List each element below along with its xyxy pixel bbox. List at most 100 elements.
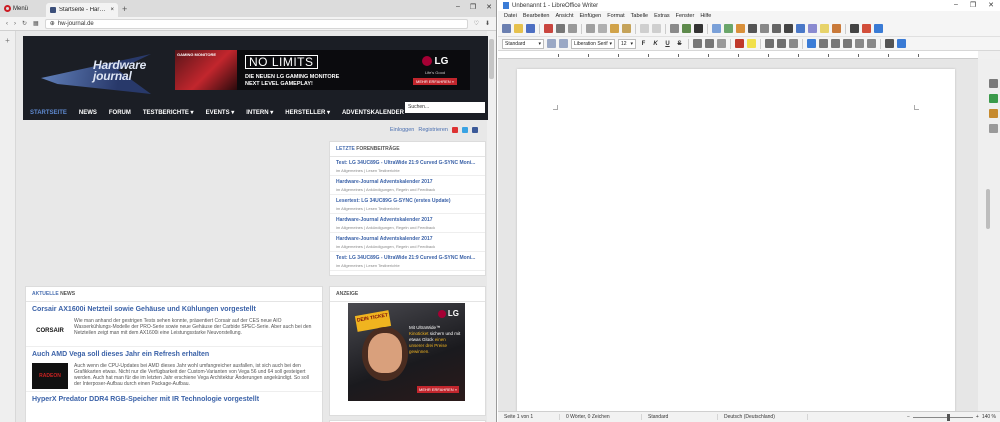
nav-events[interactable]: EVENTS ▾ (206, 109, 235, 116)
corsair-thumbnail[interactable]: CORSAIR (32, 318, 68, 344)
menu-datei[interactable]: Datei (504, 13, 517, 19)
align-right-icon[interactable] (831, 39, 840, 48)
new-document-icon[interactable] (502, 24, 511, 33)
page-break-icon[interactable] (760, 24, 769, 33)
minimize-button[interactable]: ‒ (456, 3, 460, 11)
writer-maximize-button[interactable]: ❐ (970, 1, 976, 9)
navigator-deck-icon[interactable] (988, 124, 998, 133)
lg-ultrawide-ad[interactable]: DEIN TICKET LG Mit UltraWide™ Kinoticket… (348, 303, 465, 401)
special-character-icon[interactable] (784, 24, 793, 33)
forum-item[interactable]: Hardware-Journal Adventskalender 2017 im … (330, 214, 485, 233)
reload-icon[interactable]: ↻ (22, 20, 27, 27)
paragraph-spacing-icon[interactable] (867, 39, 876, 48)
find-replace-icon[interactable] (670, 24, 679, 33)
zoom-in-icon[interactable]: + (976, 414, 979, 420)
nav-news[interactable]: NEWS (79, 110, 97, 116)
special-char-omega-icon[interactable] (885, 39, 894, 48)
zoom-out-icon[interactable]: − (907, 414, 910, 420)
news-article-title[interactable]: Auch AMD Vega soll dieses Jahr ein Refre… (32, 350, 316, 359)
font-name-select[interactable]: Liberation Serif ▾ (571, 38, 615, 49)
line-spacing-icon[interactable] (855, 39, 864, 48)
status-word-count[interactable]: 0 Wörter, 0 Zeichen (560, 414, 642, 420)
menu-extras[interactable]: Extras (654, 13, 670, 19)
font-size-select[interactable]: 12 ▾ (618, 38, 636, 49)
nav-hersteller[interactable]: HERSTELLER ▾ (285, 109, 330, 116)
styles-deck-icon[interactable] (988, 94, 998, 103)
numbering-icon[interactable] (777, 39, 786, 48)
zoom-control[interactable]: − + 140 % (907, 413, 1000, 421)
indent-icon[interactable] (789, 39, 798, 48)
align-left-icon[interactable] (807, 39, 816, 48)
news-article-title[interactable]: HyperX Predator DDR4 RGB-Speicher mit IR… (32, 395, 316, 404)
twitter-icon[interactable] (462, 126, 468, 133)
status-language[interactable]: Deutsch (Deutschland) (718, 414, 808, 420)
insert-textbox-icon[interactable] (748, 24, 757, 33)
tab-close-icon[interactable]: × (111, 7, 115, 13)
save-icon[interactable] (526, 24, 535, 33)
forum-item-title[interactable]: Hardware-Journal Adventskalender 2017 (336, 217, 479, 223)
insert-table-icon[interactable] (712, 24, 721, 33)
redo-icon[interactable] (652, 24, 661, 33)
gallery-deck-icon[interactable] (988, 109, 998, 118)
forum-item[interactable]: Test: LG 34UC89G - UltraWide 21:9 Curved… (330, 252, 485, 271)
menu-einfuegen[interactable]: Einfügen (580, 13, 602, 19)
facebook-icon[interactable] (472, 126, 478, 133)
writer-close-button[interactable]: ✕ (988, 1, 994, 9)
insert-image-icon[interactable] (724, 24, 733, 33)
forward-icon[interactable]: › (14, 21, 16, 27)
ad-cta-button[interactable]: MEHR ERFAHREN » (412, 77, 457, 85)
bookmark-heart-icon[interactable]: ♡ (474, 20, 479, 27)
menu-tabelle[interactable]: Tabelle (631, 13, 648, 19)
news-article-title[interactable]: Corsair AX1600i Netzteil sowie Gehäuse u… (32, 305, 316, 314)
browser-scrollbar[interactable] (487, 31, 496, 422)
forum-item-title[interactable]: Hardware-Journal Adventskalender 2017 (336, 179, 479, 185)
banner-ad[interactable]: GAMING MONITORE NO LIMITS DIE NEUEN LG G… (175, 50, 470, 90)
strikethrough-button[interactable]: S (675, 41, 684, 47)
nav-intern[interactable]: INTERN ▾ (246, 109, 273, 116)
clear-formatting-icon[interactable] (717, 39, 726, 48)
more-shapes-icon[interactable] (874, 24, 883, 33)
menu-hilfe[interactable]: Hilfe (700, 13, 711, 19)
new-tab-button[interactable]: + (122, 4, 127, 14)
download-icon[interactable]: ⬇ (485, 20, 490, 27)
print-preview-icon[interactable] (568, 24, 577, 33)
export-pdf-icon[interactable] (544, 24, 553, 33)
site-search-input[interactable]: Suchen... (405, 102, 485, 113)
line-icon[interactable] (850, 24, 859, 33)
comment-icon[interactable] (820, 24, 829, 33)
status-page-style[interactable]: Standard (642, 414, 718, 420)
spellcheck-icon[interactable] (682, 24, 691, 33)
insert-field-icon[interactable] (772, 24, 781, 33)
open-folder-icon[interactable] (514, 24, 523, 33)
opera-menu-button[interactable]: Menü (0, 0, 32, 17)
radeon-thumbnail[interactable]: RADEON (32, 363, 68, 389)
forum-item-title[interactable]: Test: LG 34UC89G - UltraWide 21:9 Curved… (336, 255, 479, 261)
register-link[interactable]: Registrieren (418, 127, 448, 133)
sidebar-properties-icon[interactable] (897, 39, 906, 48)
update-style-icon[interactable] (547, 39, 556, 48)
superscript-icon[interactable] (693, 39, 702, 48)
nav-adventskalender[interactable]: ADVENTSKALENDER (342, 110, 404, 116)
font-color-icon[interactable] (735, 39, 744, 48)
new-style-icon[interactable] (559, 39, 568, 48)
browser-scroll-thumb[interactable] (489, 39, 494, 79)
forum-item[interactable]: Hardware-Journal Adventskalender 2017 im … (330, 176, 485, 195)
url-field[interactable]: ⊕ hw-journal.de (44, 18, 468, 29)
horizontal-ruler[interactable] (498, 51, 978, 59)
zoom-slider[interactable] (912, 413, 973, 421)
paragraph-style-select[interactable]: Standard ▾ (502, 38, 544, 49)
formatting-marks-icon[interactable] (694, 24, 703, 33)
document-page[interactable] (517, 69, 955, 411)
subscript-icon[interactable] (705, 39, 714, 48)
forum-item[interactable]: Hardware-Journal Adventskalender 2017 im … (330, 233, 485, 252)
print-icon[interactable] (556, 24, 565, 33)
italic-button[interactable]: K (651, 41, 660, 47)
bullets-icon[interactable] (765, 39, 774, 48)
writer-scroll-thumb[interactable] (986, 189, 990, 229)
highlight-color-icon[interactable] (747, 39, 756, 48)
writer-minimize-button[interactable]: ‒ (954, 1, 958, 9)
cut-icon[interactable] (586, 24, 595, 33)
forum-item-title[interactable]: Test: LG 34UC89G - UltraWide 21:9 Curved… (336, 160, 479, 166)
menu-bearbeiten[interactable]: Bearbeiten (523, 13, 550, 19)
login-link[interactable]: Einloggen (390, 127, 414, 133)
